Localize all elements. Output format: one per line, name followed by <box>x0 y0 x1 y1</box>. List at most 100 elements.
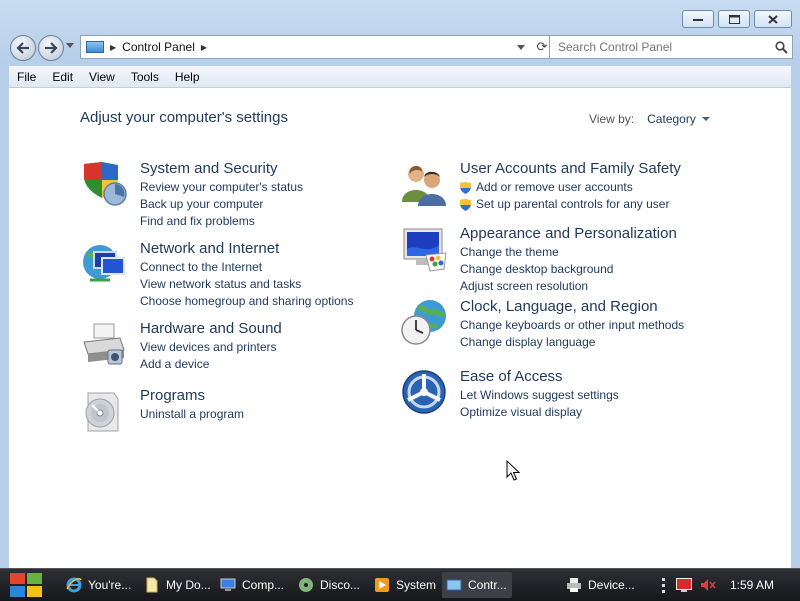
close-icon <box>768 14 778 24</box>
category-title[interactable]: Clock, Language, and Region <box>460 298 658 315</box>
category-title[interactable]: System and Security <box>140 160 278 177</box>
link-view-network-status[interactable]: View network status and tasks <box>140 276 353 293</box>
search-box[interactable] <box>549 35 793 59</box>
shield-icon <box>84 162 127 206</box>
link-optimize-display[interactable]: Optimize visual display <box>460 404 619 421</box>
link-add-remove-accounts[interactable]: Add or remove user accounts <box>460 179 669 196</box>
taskbar-item-disco[interactable]: Disco... <box>294 572 364 598</box>
printer-icon <box>567 578 581 592</box>
category-title[interactable]: Programs <box>140 387 205 404</box>
category-links: Review your computer's status Back up yo… <box>140 179 303 230</box>
category-title[interactable]: Network and Internet <box>140 240 279 257</box>
taskbar-item-label: Disco... <box>320 578 361 592</box>
volume-muted-icon[interactable] <box>700 578 716 592</box>
address-bar[interactable]: ▶ Control Panel ▶ ⟳ <box>80 35 556 59</box>
recent-pages-dropdown[interactable] <box>66 43 74 48</box>
control-panel-window: ▶ Control Panel ▶ ⟳ File Edit View Tools… <box>0 0 800 568</box>
taskbar-item-documents[interactable]: My Do... <box>140 572 212 598</box>
menu-file[interactable]: File <box>9 70 44 84</box>
category-title[interactable]: Hardware and Sound <box>140 320 282 337</box>
view-by-dropdown[interactable]: Category <box>647 112 710 126</box>
disc-icon <box>299 578 313 592</box>
taskbar-item-label: Contr... <box>468 578 507 592</box>
users-icon <box>402 166 446 206</box>
maximize-icon <box>728 14 740 24</box>
link-desktop-background[interactable]: Change desktop background <box>460 261 613 278</box>
network-globe-icon <box>83 245 125 282</box>
menu-view[interactable]: View <box>81 70 123 84</box>
link-screen-resolution[interactable]: Adjust screen resolution <box>460 278 613 295</box>
taskbar-item-devices[interactable]: Device... <box>562 572 636 598</box>
link-connect-internet[interactable]: Connect to the Internet <box>140 259 353 276</box>
category-title[interactable]: Ease of Access <box>460 368 563 385</box>
link-back-up[interactable]: Back up your computer <box>140 196 303 213</box>
taskbar-clock[interactable]: 1:59 AM <box>730 578 774 592</box>
link-find-fix-problems[interactable]: Find and fix problems <box>140 213 303 230</box>
view-by-value[interactable]: Category <box>647 112 696 126</box>
view-by-label: View by: <box>589 112 635 126</box>
link-text[interactable]: Add or remove user accounts <box>476 179 633 196</box>
category-links: Add or remove user accounts Set up paren… <box>460 179 669 213</box>
taskbar-item-label: Device... <box>588 578 635 592</box>
category-links: Uninstall a program <box>140 406 244 423</box>
document-icon <box>146 577 158 593</box>
maximize-button[interactable] <box>718 10 750 28</box>
link-review-status[interactable]: Review your computer's status <box>140 179 303 196</box>
taskbar-item-label: System <box>396 578 436 592</box>
menu-tools[interactable]: Tools <box>123 70 167 84</box>
monitor-alert-icon[interactable] <box>675 578 692 592</box>
arrow-right-icon <box>45 42 58 54</box>
caret-down-icon[interactable] <box>701 117 710 121</box>
internet-explorer-icon <box>66 577 82 593</box>
menu-help[interactable]: Help <box>167 70 208 84</box>
forward-button[interactable] <box>38 35 64 61</box>
page-title: Adjust your computer's settings <box>80 109 288 126</box>
link-homegroup-sharing[interactable]: Choose homegroup and sharing options <box>140 293 353 310</box>
menu-edit[interactable]: Edit <box>44 70 81 84</box>
clock-globe-icon <box>401 300 446 345</box>
link-add-device[interactable]: Add a device <box>140 356 277 373</box>
programs-disc-icon <box>85 392 119 432</box>
computer-icon <box>220 578 236 591</box>
ease-of-access-icon <box>402 370 446 414</box>
back-button[interactable] <box>10 35 36 61</box>
caption-buttons <box>682 10 792 28</box>
link-change-theme[interactable]: Change the theme <box>460 244 613 261</box>
taskbar-item-control-panel[interactable]: Contr... <box>442 572 512 598</box>
category-title[interactable]: User Accounts and Family Safety <box>460 160 681 177</box>
chevron-right-icon[interactable]: ▶ <box>201 43 207 52</box>
category-links: Change keyboards or other input methods … <box>460 317 684 351</box>
minimize-button[interactable] <box>682 10 714 28</box>
uac-shield-icon <box>460 181 471 194</box>
link-devices-printers[interactable]: View devices and printers <box>140 339 277 356</box>
link-suggest-settings[interactable]: Let Windows suggest settings <box>460 387 619 404</box>
taskbar-item-computer[interactable]: Comp... <box>216 572 286 598</box>
windows-logo-icon[interactable] <box>6 570 46 600</box>
taskbar-item-system[interactable]: System <box>370 572 436 598</box>
uac-shield-icon <box>460 198 471 211</box>
control-panel-icon <box>86 41 104 53</box>
link-display-language[interactable]: Change display language <box>460 334 684 351</box>
arrow-left-icon <box>16 42 29 54</box>
category-title[interactable]: Appearance and Personalization <box>460 225 677 242</box>
link-keyboards-input[interactable]: Change keyboards or other input methods <box>460 317 684 334</box>
view-by: View by: Category <box>589 112 710 126</box>
system-tray: 1:59 AM <box>652 569 800 601</box>
search-input[interactable] <box>556 39 770 55</box>
link-parental-controls[interactable]: Set up parental controls for any user <box>460 196 669 213</box>
category-links: Change the theme Change desktop backgrou… <box>460 244 613 295</box>
breadcrumb-control-panel[interactable]: Control Panel <box>122 40 195 54</box>
address-history-dropdown[interactable] <box>517 44 525 50</box>
search-icon[interactable] <box>770 40 792 54</box>
link-uninstall-program[interactable]: Uninstall a program <box>140 406 244 423</box>
chevron-right-icon[interactable]: ▶ <box>110 43 116 52</box>
category-links: Let Windows suggest settings Optimize vi… <box>460 387 619 421</box>
tray-overflow-handle[interactable] <box>661 577 666 593</box>
taskbar-item-ie[interactable]: You're... <box>62 572 134 598</box>
monitor-palette-icon <box>403 228 447 272</box>
close-button[interactable] <box>754 10 792 28</box>
menu-bar: File Edit View Tools Help <box>9 66 791 88</box>
category-links: Connect to the Internet View network sta… <box>140 259 353 310</box>
link-text[interactable]: Set up parental controls for any user <box>476 196 669 213</box>
taskbar: You're... My Do... Comp... Disco... Syst… <box>0 568 800 601</box>
